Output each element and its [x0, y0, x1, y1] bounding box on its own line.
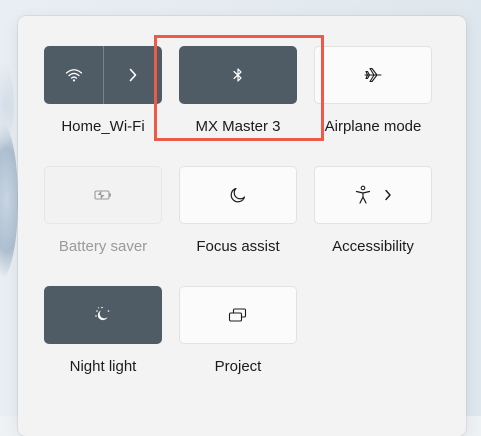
- battery-saver-label: Battery saver: [58, 238, 148, 255]
- project-icon: [227, 307, 249, 323]
- wifi-label: Home_Wi-Fi: [61, 118, 145, 135]
- bluetooth-label: MX Master 3: [195, 118, 281, 135]
- airplane-icon: [363, 66, 383, 84]
- night-light-label: Night light: [69, 358, 137, 375]
- wifi-tile[interactable]: [44, 46, 162, 104]
- wifi-icon: [65, 68, 83, 82]
- bluetooth-icon: [233, 67, 243, 83]
- night-light-icon: [93, 305, 113, 325]
- wifi-networks-button[interactable]: [104, 46, 162, 104]
- battery-saver-tile: [44, 166, 162, 224]
- chevron-right-icon: [384, 189, 392, 201]
- wallpaper-swirl: [0, 60, 14, 150]
- chevron-right-icon: [128, 68, 138, 82]
- moon-icon: [229, 186, 247, 204]
- accessibility-icon: [354, 185, 372, 205]
- night-light-tile[interactable]: [44, 286, 162, 344]
- focus-assist-label: Focus assist: [196, 238, 280, 255]
- bluetooth-tile[interactable]: [179, 46, 297, 104]
- battery-saver-icon: [93, 188, 113, 202]
- airplane-mode-label: Airplane mode: [324, 118, 422, 135]
- wifi-toggle[interactable]: [44, 46, 103, 104]
- focus-assist-tile[interactable]: [179, 166, 297, 224]
- accessibility-tile[interactable]: [314, 166, 432, 224]
- project-tile[interactable]: [179, 286, 297, 344]
- airplane-mode-tile[interactable]: [314, 46, 432, 104]
- project-label: Project: [214, 358, 262, 375]
- accessibility-label: Accessibility: [332, 238, 414, 255]
